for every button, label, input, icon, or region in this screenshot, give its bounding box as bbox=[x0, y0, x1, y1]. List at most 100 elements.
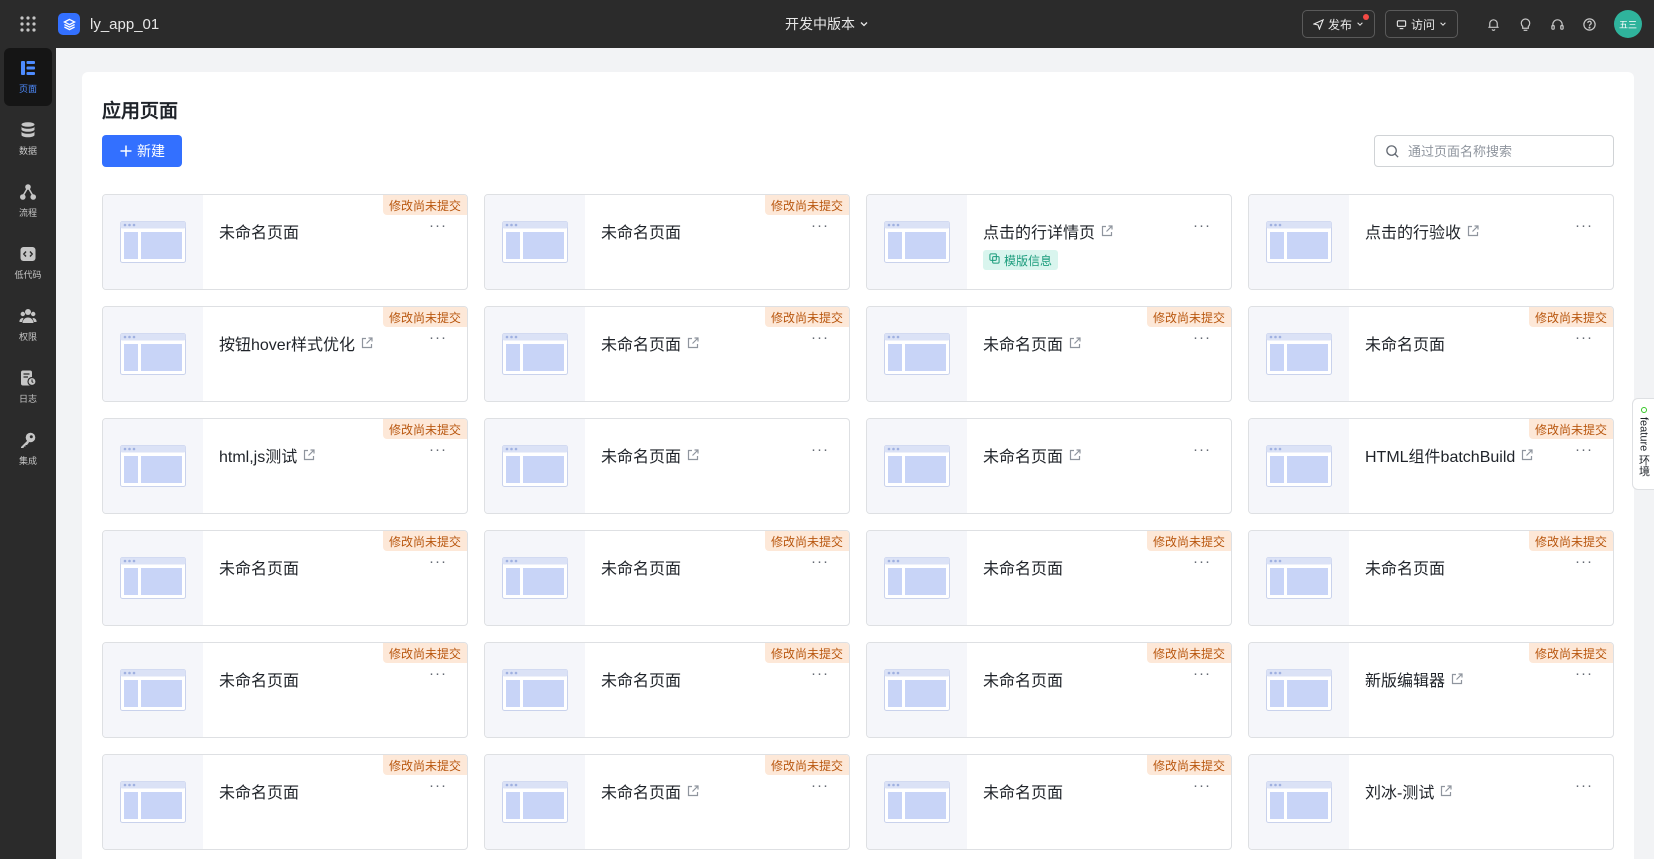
sidebar-item-flow[interactable]: 流程 bbox=[4, 172, 52, 230]
sidebar-item-logs[interactable]: 日志 bbox=[4, 358, 52, 416]
new-page-button[interactable]: 新建 bbox=[102, 135, 182, 167]
feature-env-tab[interactable]: feature 环境 bbox=[1632, 398, 1654, 490]
page-name-text: 未命名页面 bbox=[219, 673, 300, 690]
page-card[interactable]: 未命名页面 ··· 修改尚未提交 bbox=[102, 530, 468, 626]
sidebar: 页面 数据 流程 低代码 权限 日志 集成 bbox=[0, 48, 56, 859]
more-actions-icon[interactable]: ··· bbox=[1193, 441, 1211, 458]
app-grid-icon[interactable] bbox=[0, 0, 56, 48]
status-dot bbox=[1640, 407, 1647, 413]
more-actions-icon[interactable]: ··· bbox=[429, 665, 447, 682]
external-link-icon[interactable] bbox=[686, 336, 700, 350]
page-title: 应用页面 bbox=[102, 101, 179, 122]
send-icon bbox=[1312, 18, 1324, 30]
page-card[interactable]: 点击的行验收 ··· bbox=[1248, 194, 1614, 290]
more-actions-icon[interactable]: ··· bbox=[811, 329, 829, 346]
more-actions-icon[interactable]: ··· bbox=[1575, 441, 1593, 458]
search-icon bbox=[1386, 144, 1399, 158]
publish-button[interactable]: 发布 bbox=[1301, 10, 1375, 38]
external-link-icon[interactable] bbox=[302, 448, 316, 462]
more-actions-icon[interactable]: ··· bbox=[1193, 777, 1211, 794]
page-card[interactable]: HTML组件batchBuild ··· 修改尚未提交 bbox=[1248, 418, 1614, 514]
top-bar: ly_app_01 开发中版本 发布 访问 五三 bbox=[0, 0, 1654, 48]
page-card[interactable]: 未命名页面 ··· 修改尚未提交 bbox=[1248, 306, 1614, 402]
more-actions-icon[interactable]: ··· bbox=[1193, 329, 1211, 346]
app-logo-icon bbox=[58, 13, 80, 35]
page-card[interactable]: 新版编辑器 ··· 修改尚未提交 bbox=[1248, 642, 1614, 738]
more-actions-icon[interactable]: ··· bbox=[811, 777, 829, 794]
external-link-icon[interactable] bbox=[1068, 336, 1082, 350]
visit-button[interactable]: 访问 bbox=[1384, 10, 1458, 38]
more-actions-icon[interactable]: ··· bbox=[429, 553, 447, 570]
plus-icon bbox=[120, 145, 132, 157]
sidebar-item-permissions[interactable]: 权限 bbox=[4, 296, 52, 354]
more-actions-icon[interactable]: ··· bbox=[1575, 217, 1593, 234]
external-link-icon[interactable] bbox=[1068, 448, 1082, 462]
page-thumbnail bbox=[485, 195, 585, 289]
more-actions-icon[interactable]: ··· bbox=[811, 217, 829, 234]
page-card[interactable]: 未命名页面 ··· 修改尚未提交 bbox=[102, 194, 468, 290]
help-icon[interactable] bbox=[1578, 13, 1600, 35]
sidebar-item-pages[interactable]: 页面 bbox=[4, 48, 52, 106]
more-actions-icon[interactable]: ··· bbox=[429, 217, 447, 234]
page-card[interactable]: 未命名页面 ··· 修改尚未提交 bbox=[102, 642, 468, 738]
headset-icon[interactable] bbox=[1546, 13, 1568, 35]
more-actions-icon[interactable]: ··· bbox=[1193, 553, 1211, 570]
search-box[interactable] bbox=[1374, 135, 1614, 167]
more-actions-icon[interactable]: ··· bbox=[429, 441, 447, 458]
version-selector[interactable]: 开发中版本 bbox=[785, 0, 869, 48]
more-actions-icon[interactable]: ··· bbox=[811, 441, 829, 458]
status-badge: 修改尚未提交 bbox=[382, 755, 467, 775]
external-link-icon[interactable] bbox=[360, 336, 374, 350]
external-link-icon[interactable] bbox=[1100, 224, 1114, 238]
page-card[interactable]: 未命名页面 ··· bbox=[866, 418, 1232, 514]
page-card[interactable]: 刘冰-测试 ··· bbox=[1248, 754, 1614, 850]
more-actions-icon[interactable]: ··· bbox=[1575, 553, 1593, 570]
external-link-icon[interactable] bbox=[1450, 672, 1464, 686]
more-actions-icon[interactable]: ··· bbox=[811, 665, 829, 682]
more-actions-icon[interactable]: ··· bbox=[1575, 777, 1593, 794]
page-card[interactable]: 未命名页面 ··· 修改尚未提交 bbox=[102, 754, 468, 850]
top-icons bbox=[1482, 13, 1600, 35]
page-card[interactable]: 未命名页面 ··· 修改尚未提交 bbox=[484, 194, 850, 290]
page-card[interactable]: html,js测试 ··· 修改尚未提交 bbox=[102, 418, 468, 514]
page-card-grid: 未命名页面 ··· 修改尚未提交 未命名页面 ··· 修改尚未提交 点击的行详情页 模版信息 ·… bbox=[102, 194, 1614, 850]
external-link-icon[interactable] bbox=[1520, 448, 1534, 462]
page-name-text: 按钮hover样式优化 bbox=[219, 337, 356, 354]
sidebar-item-data[interactable]: 数据 bbox=[4, 110, 52, 168]
page-name-text: HTML组件batchBuild bbox=[1365, 449, 1516, 466]
page-name-text: 未命名页面 bbox=[983, 561, 1064, 578]
sidebar-item-lowcode[interactable]: 低代码 bbox=[4, 234, 52, 292]
page-thumbnail bbox=[1249, 307, 1349, 401]
page-thumbnail bbox=[1249, 643, 1349, 737]
page-card[interactable]: 未命名页面 ··· 修改尚未提交 bbox=[866, 530, 1232, 626]
bell-icon[interactable] bbox=[1482, 13, 1504, 35]
page-card[interactable]: 未命名页面 ··· 修改尚未提交 bbox=[1248, 530, 1614, 626]
page-card[interactable]: 未命名页面 ··· 修改尚未提交 bbox=[866, 754, 1232, 850]
external-link-icon[interactable] bbox=[1439, 784, 1453, 798]
page-card[interactable]: 点击的行详情页 模版信息 ··· bbox=[866, 194, 1232, 290]
more-actions-icon[interactable]: ··· bbox=[811, 553, 829, 570]
page-card[interactable]: 未命名页面 ··· 修改尚未提交 bbox=[866, 642, 1232, 738]
more-actions-icon[interactable]: ··· bbox=[1193, 665, 1211, 682]
page-card[interactable]: 未命名页面 ··· 修改尚未提交 bbox=[484, 754, 850, 850]
avatar[interactable]: 五三 bbox=[1614, 10, 1642, 38]
external-link-icon[interactable] bbox=[1466, 224, 1480, 238]
sidebar-item-integration[interactable]: 集成 bbox=[4, 420, 52, 478]
more-actions-icon[interactable]: ··· bbox=[1193, 217, 1211, 234]
monitor-icon bbox=[1396, 19, 1407, 29]
page-card[interactable]: 未命名页面 ··· 修改尚未提交 bbox=[484, 642, 850, 738]
page-name-text: 未命名页面 bbox=[1365, 337, 1446, 354]
lightbulb-icon[interactable] bbox=[1514, 13, 1536, 35]
more-actions-icon[interactable]: ··· bbox=[1575, 329, 1593, 346]
page-card[interactable]: 按钮hover样式优化 ··· 修改尚未提交 bbox=[102, 306, 468, 402]
more-actions-icon[interactable]: ··· bbox=[429, 329, 447, 346]
page-card[interactable]: 未命名页面 ··· bbox=[484, 418, 850, 514]
more-actions-icon[interactable]: ··· bbox=[429, 777, 447, 794]
page-card[interactable]: 未命名页面 ··· 修改尚未提交 bbox=[866, 306, 1232, 402]
external-link-icon[interactable] bbox=[686, 784, 700, 798]
more-actions-icon[interactable]: ··· bbox=[1575, 665, 1593, 682]
external-link-icon[interactable] bbox=[686, 448, 700, 462]
page-card[interactable]: 未命名页面 ··· 修改尚未提交 bbox=[484, 306, 850, 402]
page-card[interactable]: 未命名页面 ··· 修改尚未提交 bbox=[484, 530, 850, 626]
search-input[interactable] bbox=[1408, 143, 1598, 159]
